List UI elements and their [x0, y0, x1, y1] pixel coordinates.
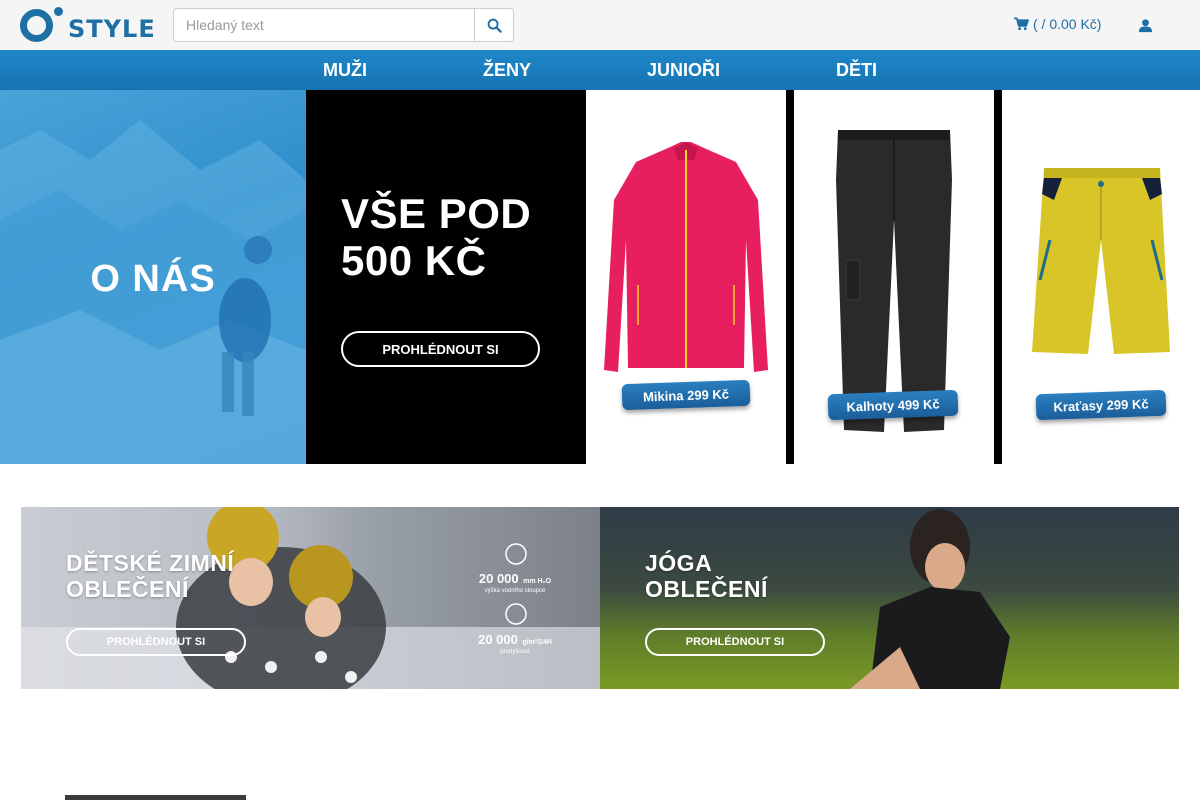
spec-breathability-value: 20 000 — [478, 632, 518, 647]
banner-kids-title-line2: OBLEČENÍ — [66, 576, 189, 602]
user-account-button[interactable] — [1138, 18, 1153, 38]
promo-tile: VŠE POD 500 KČ PROHLÉDNOUT SI — [306, 90, 586, 464]
spec-waterproof-value: 20 000 — [478, 571, 519, 586]
logo-text: STYLE — [68, 15, 156, 43]
price-tag-kratasy: Kraťasy 299 Kč — [1035, 389, 1167, 421]
logo-circle-icon — [20, 8, 53, 42]
nav-item-muzi[interactable]: MUŽI — [323, 50, 367, 90]
product-tile-mikina[interactable]: Mikina 299 Kč — [586, 90, 786, 464]
promo-title-line2: 500 KČ — [341, 237, 487, 284]
product-tile-kratasy[interactable]: Kraťasy 299 Kč — [1002, 90, 1200, 464]
cart-summary: ( / 0.00 Kč) — [1033, 16, 1102, 32]
product-divider — [994, 90, 1002, 464]
hero-section: O NÁS VŠE POD 500 KČ PROHLÉDNOUT SI Miki… — [0, 90, 1200, 464]
header: STYLE ( / 0.00 Kč) — [0, 0, 1200, 50]
banner-yoga-title-line1: JÓGA — [645, 550, 713, 576]
product-tile-kalhoty[interactable]: Kalhoty 499 Kč — [794, 90, 994, 464]
banner-kids-winter[interactable]: DĚTSKÉ ZIMNÍ OBLEČENÍ PROHLÉDNOUT SI 20 … — [21, 507, 600, 689]
product-thumbnail[interactable] — [65, 795, 246, 800]
banner-yoga[interactable]: JÓGA OBLEČENÍ PROHLÉDNOUT SI — [600, 507, 1179, 689]
spec-breathability-desc: prodyšnost — [500, 649, 530, 655]
main-nav: MUŽI ŽENY JUNIOŘI DĚTI — [0, 50, 1200, 90]
product-divider — [786, 90, 794, 464]
cart-link[interactable]: ( / 0.00 Kč) — [1014, 16, 1101, 32]
logo[interactable]: STYLE — [20, 5, 156, 45]
nav-item-zeny[interactable]: ŽENY — [483, 50, 531, 90]
cart-icon — [1014, 17, 1029, 31]
search-button[interactable] — [474, 8, 514, 42]
nav-item-deti[interactable]: DĚTI — [836, 50, 877, 90]
spec-waterproof: 20 000 mm H₂O výška vodního sloupce — [465, 570, 565, 594]
logo-dot-icon — [54, 7, 63, 16]
banner-yoga-title-line2: OBLEČENÍ — [645, 576, 768, 602]
nav-item-juniori[interactable]: JUNIOŘI — [647, 50, 720, 90]
promo-title: VŠE POD 500 KČ — [341, 190, 531, 284]
spec-breathability-unit: g/m²/24H — [522, 639, 552, 646]
spec-breathability: 20 000 g/m²/24H prodyšnost — [465, 631, 565, 655]
promo-title-line1: VŠE POD — [341, 190, 532, 237]
banner-kids-title: DĚTSKÉ ZIMNÍ OBLEČENÍ — [66, 550, 234, 602]
about-us-title: O NÁS — [90, 258, 216, 300]
banner-yoga-title: JÓGA OBLEČENÍ — [645, 550, 768, 602]
search-bar — [173, 8, 514, 42]
search-input[interactable] — [173, 8, 474, 42]
search-icon — [487, 18, 502, 33]
banner-kids-title-line1: DĚTSKÉ ZIMNÍ — [66, 550, 235, 576]
price-tag-kalhoty: Kalhoty 499 Kč — [827, 389, 959, 421]
spec-waterproof-desc: výška vodního sloupce — [484, 588, 546, 594]
about-us-tile[interactable]: O NÁS — [0, 90, 306, 464]
banner-kids-browse-button[interactable]: PROHLÉDNOUT SI — [66, 628, 246, 656]
promo-browse-button[interactable]: PROHLÉDNOUT SI — [341, 331, 540, 367]
user-icon — [1138, 19, 1153, 33]
price-tag-mikina: Mikina 299 Kč — [621, 379, 751, 411]
spec-waterproof-unit: mm H₂O — [523, 578, 552, 585]
banner-yoga-browse-button[interactable]: PROHLÉDNOUT SI — [645, 628, 825, 656]
